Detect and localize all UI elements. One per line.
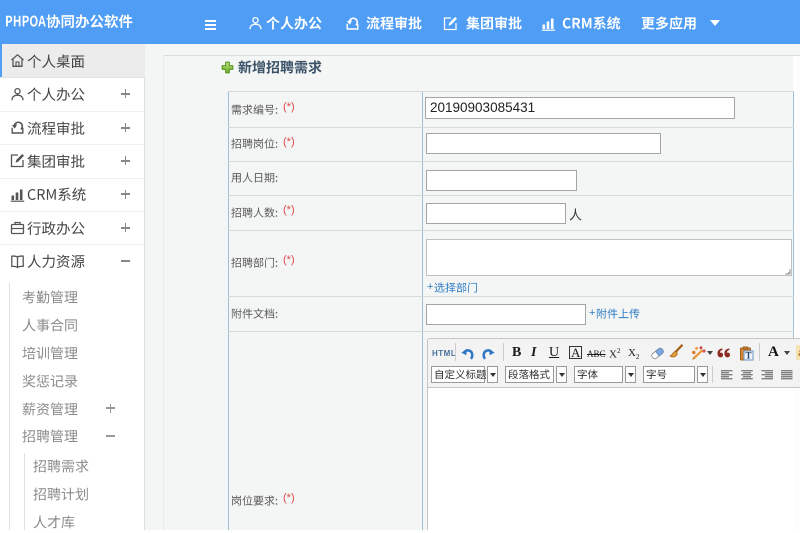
svg-text:T: T — [745, 351, 751, 361]
